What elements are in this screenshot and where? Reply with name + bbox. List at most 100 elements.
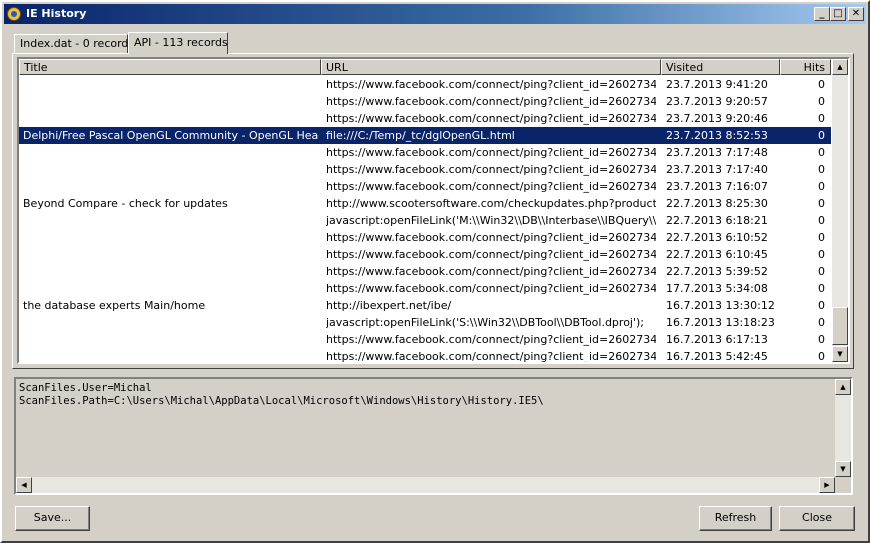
cell-hits: 0 [818,95,825,108]
table-row[interactable]: https://www.facebook.com/connect/ping?cl… [19,348,831,363]
table-row[interactable]: https://www.facebook.com/connect/ping?cl… [19,331,831,348]
cell-url: https://www.facebook.com/connect/ping?cl… [326,231,656,244]
cell-url: https://www.facebook.com/connect/ping?cl… [326,112,656,125]
cell-hits: 0 [818,231,825,244]
log-text: ScanFiles.User=Michal ScanFiles.Path=C:\U… [19,382,544,408]
scroll-up-icon[interactable]: ▲ [832,59,848,75]
memo-scroll-right-icon[interactable]: ▶ [819,477,835,493]
cell-visited: 17.7.2013 5:34:08 [666,282,768,295]
cell-url: https://www.facebook.com/connect/ping?cl… [326,78,656,91]
table-row[interactable]: https://www.facebook.com/connect/ping?cl… [19,263,831,280]
log-line: ScanFiles.Path=C:\Users\Michal\AppData\L… [19,395,544,407]
cell-visited: 23.7.2013 7:16:07 [666,180,768,193]
cell-hits: 0 [818,146,825,159]
cell-url: https://www.facebook.com/connect/ping?cl… [326,350,656,363]
cell-url: http://www.scootersoftware.com/checkupda… [326,197,656,210]
table-row[interactable]: https://www.facebook.com/connect/ping?cl… [19,246,831,263]
table-row[interactable]: https://www.facebook.com/connect/ping?cl… [19,93,831,110]
scroll-down-icon[interactable]: ▼ [832,346,848,362]
cell-url: https://www.facebook.com/connect/ping?cl… [326,282,656,295]
cell-visited: 23.7.2013 7:17:48 [666,146,768,159]
table-row[interactable]: https://www.facebook.com/connect/ping?cl… [19,110,831,127]
column-header-hits[interactable]: Hits [780,59,831,75]
maximize-button[interactable]: □ [830,7,846,21]
cell-hits: 0 [818,163,825,176]
table-row[interactable]: javascript:openFileLink('M:\\Win32\\DB\\… [19,212,831,229]
cell-hits: 0 [818,129,825,142]
cell-hits: 0 [818,299,825,312]
cell-visited: 16.7.2013 5:42:45 [666,350,768,363]
cell-url: https://www.facebook.com/connect/ping?cl… [326,180,656,193]
cell-visited: 16.7.2013 13:18:23 [666,316,775,329]
column-header-visited[interactable]: Visited [661,59,780,75]
table-row[interactable]: https://www.facebook.com/connect/ping?cl… [19,76,831,93]
cell-visited: 16.7.2013 6:17:13 [666,333,768,346]
table-row[interactable]: Delphi/Free Pascal OpenGL Community - Op… [19,127,831,144]
cell-visited: 22.7.2013 6:10:45 [666,248,768,261]
cell-hits: 0 [818,282,825,295]
table-row[interactable]: Beyond Compare - check for updates http:/… [19,195,831,212]
cell-visited: 22.7.2013 8:25:30 [666,197,768,210]
cell-url: https://www.facebook.com/connect/ping?cl… [326,333,656,346]
refresh-button[interactable]: Refresh [699,506,772,531]
window-title: IE History [26,7,87,20]
cell-hits: 0 [818,248,825,261]
cell-hits: 0 [818,78,825,91]
list-header: Title URL Visited Hits [19,59,831,75]
cell-url: file:///C:/Temp/_tc/dglOpenGL.html [326,129,515,142]
table-row[interactable]: https://www.facebook.com/connect/ping?cl… [19,161,831,178]
memo-horizontal-scrollbar[interactable]: ◀ ▶ [16,477,835,493]
tab-index-dat[interactable]: Index.dat - 0 records [14,34,134,53]
cell-url: javascript:openFileLink('M:\\Win32\\DB\\… [326,214,656,227]
scroll-corner [835,477,851,493]
cell-url: javascript:openFileLink('S:\\Win32\\DBTo… [326,316,645,329]
column-header-title[interactable]: Title [19,59,321,75]
cell-visited: 23.7.2013 9:41:20 [666,78,768,91]
cell-url: http://ibexpert.net/ibe/ [326,299,452,312]
cell-url: https://www.facebook.com/connect/ping?cl… [326,248,656,261]
column-header-url[interactable]: URL [321,59,661,75]
log-memo[interactable]: ScanFiles.User=Michal ScanFiles.Path=C:\U… [14,377,853,495]
memo-scroll-down-icon[interactable]: ▼ [835,461,851,477]
cell-url: https://www.facebook.com/connect/ping?cl… [326,265,656,278]
cell-url: https://www.facebook.com/connect/ping?cl… [326,146,656,159]
close-window-button[interactable]: ✕ [848,7,864,21]
close-button[interactable]: Close [779,506,855,531]
cell-visited: 22.7.2013 6:18:21 [666,214,768,227]
table-row[interactable]: https://www.facebook.com/connect/ping?cl… [19,178,831,195]
table-row[interactable]: the database experts Main/home http://ibe… [19,297,831,314]
memo-scroll-left-icon[interactable]: ◀ [16,477,32,493]
cell-visited: 23.7.2013 9:20:57 [666,95,768,108]
table-row[interactable]: https://www.facebook.com/connect/ping?cl… [19,229,831,246]
app-icon [7,7,21,21]
cell-url: https://www.facebook.com/connect/ping?cl… [326,95,656,108]
log-line: ScanFiles.User=Michal [19,382,152,394]
table-row[interactable]: https://www.facebook.com/connect/ping?cl… [19,144,831,161]
scroll-thumb[interactable] [832,307,848,345]
cell-visited: 23.7.2013 8:52:53 [666,129,768,142]
cell-title: Delphi/Free Pascal OpenGL Community - Op… [23,129,319,142]
cell-hits: 0 [818,265,825,278]
memo-vertical-scrollbar[interactable]: ▲ ▼ [835,379,851,477]
cell-hits: 0 [818,316,825,329]
tab-api[interactable]: API - 113 records [128,32,228,54]
cell-visited: 23.7.2013 7:17:40 [666,163,768,176]
cell-hits: 0 [818,214,825,227]
cell-title: Beyond Compare - check for updates [23,197,228,210]
title-bar[interactable]: IE History _ □ ✕ [4,4,866,24]
table-row[interactable]: https://www.facebook.com/connect/ping?cl… [19,280,831,297]
cell-hits: 0 [818,333,825,346]
list-vertical-scrollbar[interactable]: ▲ ▼ [832,59,848,362]
cell-visited: 22.7.2013 5:39:52 [666,265,768,278]
cell-hits: 0 [818,350,825,363]
history-list[interactable]: Title URL Visited Hits https://www.faceb… [17,57,850,364]
cell-visited: 22.7.2013 6:10:52 [666,231,768,244]
minimize-button[interactable]: _ [814,7,830,21]
memo-scroll-up-icon[interactable]: ▲ [835,379,851,395]
save-button[interactable]: Save... [15,506,90,531]
cell-url: https://www.facebook.com/connect/ping?cl… [326,163,656,176]
cell-hits: 0 [818,197,825,210]
cell-hits: 0 [818,180,825,193]
cell-visited: 23.7.2013 9:20:46 [666,112,768,125]
table-row[interactable]: javascript:openFileLink('S:\\Win32\\DBTo… [19,314,831,331]
